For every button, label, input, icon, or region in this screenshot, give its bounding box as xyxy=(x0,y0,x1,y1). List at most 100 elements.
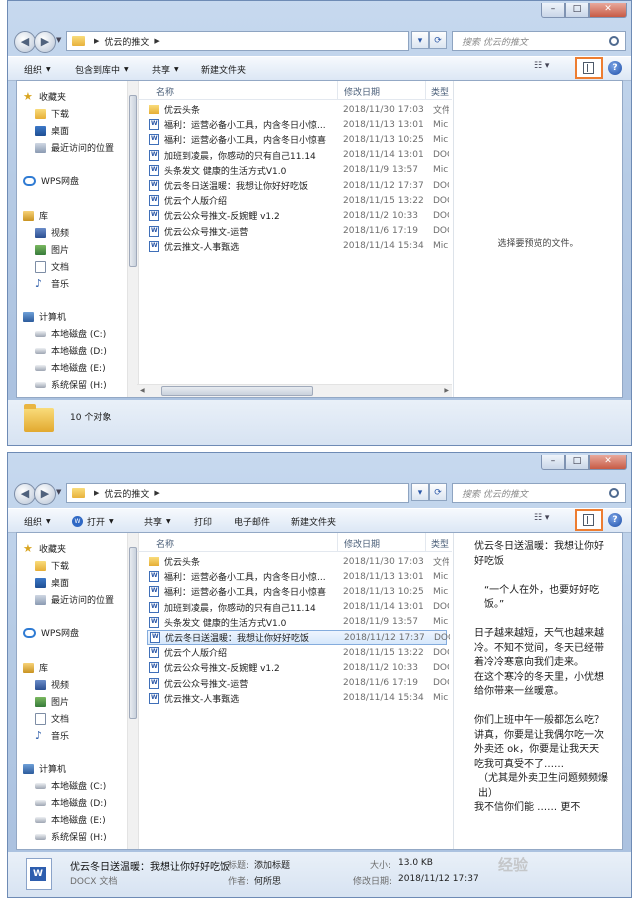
file-row[interactable]: 优云头条 2018/11/30 17:03 文件 xyxy=(147,554,449,569)
organize-button[interactable]: 组织 ▼ xyxy=(24,515,51,528)
include-in-library-button[interactable]: 包含到库中 ▼ xyxy=(75,63,129,76)
help-icon[interactable]: ? xyxy=(608,61,622,75)
open-button[interactable]: W 打开 ▼ xyxy=(72,515,114,528)
nav-drive-h[interactable]: 系统保留 (H:) xyxy=(35,830,107,843)
refresh-button[interactable]: ⟳ xyxy=(429,31,447,49)
nav-wps-cloud[interactable]: WPS网盘 xyxy=(23,626,79,639)
column-divider[interactable] xyxy=(425,533,426,551)
preview-pane-button[interactable] xyxy=(575,509,603,531)
column-name[interactable]: 名称 xyxy=(156,537,174,550)
column-date[interactable]: 修改日期 xyxy=(344,85,380,98)
search-icon[interactable] xyxy=(609,36,619,46)
file-row[interactable]: 加班到凌晨，你感动的只有自己11.14 2018/11/14 13:01 DOC xyxy=(147,600,449,615)
chevron-right-icon[interactable]: ▶ xyxy=(154,37,159,45)
new-folder-button[interactable]: 新建文件夹 xyxy=(201,63,246,76)
nav-drive-d[interactable]: 本地磁盘 (D:) xyxy=(35,796,107,809)
close-button[interactable]: ✕ xyxy=(589,3,627,18)
refresh-button[interactable]: ⟳ xyxy=(429,483,447,501)
nav-downloads[interactable]: 下载 xyxy=(35,107,69,120)
search-input[interactable]: 搜索 优云的推文 xyxy=(462,487,609,500)
address-bar[interactable]: ▶ 优云的推文 ▶ xyxy=(66,483,409,503)
nav-drive-d[interactable]: 本地磁盘 (D:) xyxy=(35,344,107,357)
nav-desktop[interactable]: 桌面 xyxy=(35,576,69,589)
back-button[interactable]: ◀ xyxy=(14,483,36,505)
view-options-icon[interactable]: ☷ ▾ xyxy=(534,61,549,71)
file-row[interactable]: 头条发文 健康的生活方式V1.0 2018/11/9 13:57 Micr xyxy=(147,163,449,178)
forward-button[interactable]: ▶ xyxy=(34,31,56,53)
search-box[interactable]: 搜索 优云的推文 xyxy=(452,483,626,503)
column-divider[interactable] xyxy=(425,81,426,99)
nav-music[interactable]: ♪ 音乐 xyxy=(35,277,69,291)
nav-videos[interactable]: 视频 xyxy=(35,226,69,239)
file-row[interactable]: 优云公众号推文-运营 2018/11/6 17:19 DOC xyxy=(147,224,449,239)
file-row[interactable]: 福利：运营必备小工具，内含冬日小惊喜 2018/11/13 10:25 Micr xyxy=(147,132,449,147)
email-button[interactable]: 电子邮件 xyxy=(234,515,270,528)
nav-libraries[interactable]: 库 xyxy=(23,661,48,674)
history-dropdown-icon[interactable]: ▼ xyxy=(56,36,61,44)
address-dropdown-button[interactable]: ▾ xyxy=(411,483,429,501)
file-row[interactable]: 优云推文-人事甄选 2018/11/14 15:34 Micr xyxy=(147,691,449,706)
file-row[interactable]: 优云推文-人事甄选 2018/11/14 15:34 Micr xyxy=(147,239,449,254)
maximize-button[interactable]: □ xyxy=(565,3,589,18)
nav-recent[interactable]: 最近访问的位置 xyxy=(35,141,114,154)
search-input[interactable]: 搜索 优云的推文 xyxy=(462,35,609,48)
file-row[interactable]: 优云公众号推文-运营 2018/11/6 17:19 DOC xyxy=(147,676,449,691)
column-date[interactable]: 修改日期 xyxy=(344,537,380,550)
file-row[interactable]: 福利：运营必备小工具，内含冬日小惊喜 2018/11/13 10:25 Micr xyxy=(147,584,449,599)
column-type[interactable]: 类型 xyxy=(431,85,449,98)
file-row[interactable]: 加班到凌晨，你感动的只有自己11.14 2018/11/14 13:01 DOC xyxy=(147,148,449,163)
new-folder-button[interactable]: 新建文件夹 xyxy=(291,515,336,528)
nav-computer[interactable]: 计算机 xyxy=(23,310,66,323)
address-path[interactable]: 优云的推文 xyxy=(104,35,149,48)
close-button[interactable]: ✕ xyxy=(589,455,627,470)
nav-pictures[interactable]: 图片 xyxy=(35,243,69,256)
search-box[interactable]: 搜索 优云的推文 xyxy=(452,31,626,51)
nav-pictures[interactable]: 图片 xyxy=(35,695,69,708)
nav-drive-c[interactable]: 本地磁盘 (C:) xyxy=(35,327,106,340)
address-path[interactable]: 优云的推文 xyxy=(104,487,149,500)
scroll-left-icon[interactable]: ◀ xyxy=(140,385,145,396)
nav-desktop[interactable]: 桌面 xyxy=(35,124,69,137)
file-row[interactable]: 优云冬日送温暖：我想让你好好吃饭 2018/11/12 17:37 DOC xyxy=(147,178,449,193)
file-row[interactable]: 优云头条 2018/11/30 17:03 文件 xyxy=(147,102,449,117)
minimize-button[interactable]: – xyxy=(541,455,565,470)
file-row[interactable]: 优云冬日送温暖：我想让你好好吃饭 2018/11/12 17:37 DOC xyxy=(147,630,450,645)
nav-documents[interactable]: 文档 xyxy=(35,260,69,273)
nav-drive-c[interactable]: 本地磁盘 (C:) xyxy=(35,779,106,792)
organize-button[interactable]: 组织 ▼ xyxy=(24,63,51,76)
column-type[interactable]: 类型 xyxy=(431,537,449,550)
nav-drive-e[interactable]: 本地磁盘 (E:) xyxy=(35,813,106,826)
nav-documents[interactable]: 文档 xyxy=(35,712,69,725)
file-row[interactable]: 优云公众号推文-反婉鲤 v1.2 2018/11/2 10:33 DOC xyxy=(147,660,449,675)
scrollbar-thumb[interactable] xyxy=(161,386,313,396)
nav-favorites[interactable]: ★ 收藏夹 xyxy=(23,542,66,556)
print-button[interactable]: 打印 xyxy=(194,515,212,528)
column-name[interactable]: 名称 xyxy=(156,85,174,98)
nav-music[interactable]: ♪ 音乐 xyxy=(35,729,69,743)
file-row[interactable]: 头条发文 健康的生活方式V1.0 2018/11/9 13:57 Micr xyxy=(147,615,449,630)
share-button[interactable]: 共享 ▼ xyxy=(144,515,171,528)
chevron-right-icon[interactable]: ▶ xyxy=(94,489,99,497)
nav-drive-e[interactable]: 本地磁盘 (E:) xyxy=(35,361,106,374)
share-button[interactable]: 共享 ▼ xyxy=(152,63,179,76)
nav-drive-h[interactable]: 系统保留 (H:) xyxy=(35,378,107,391)
nav-videos[interactable]: 视频 xyxy=(35,678,69,691)
details-title-value[interactable]: 添加标题 xyxy=(254,858,290,871)
chevron-right-icon[interactable]: ▶ xyxy=(154,489,159,497)
nav-recent[interactable]: 最近访问的位置 xyxy=(35,593,114,606)
history-dropdown-icon[interactable]: ▼ xyxy=(56,488,61,496)
address-bar[interactable]: ▶ 优云的推文 ▶ xyxy=(66,31,409,51)
maximize-button[interactable]: □ xyxy=(565,455,589,470)
scroll-right-icon[interactable]: ▶ xyxy=(444,385,449,396)
file-row[interactable]: 福利：运营必备小工具，内含冬日小惊... 2018/11/13 13:01 Micr xyxy=(147,569,449,584)
horizontal-scrollbar[interactable]: ◀ ▶ xyxy=(137,384,452,397)
search-icon[interactable] xyxy=(609,488,619,498)
minimize-button[interactable]: – xyxy=(541,3,565,18)
file-row[interactable]: 优云个人版介绍 2018/11/15 13:22 DOC xyxy=(147,193,449,208)
nav-downloads[interactable]: 下载 xyxy=(35,559,69,572)
nav-computer[interactable]: 计算机 xyxy=(23,762,66,775)
file-row[interactable]: 优云个人版介绍 2018/11/15 13:22 DOC xyxy=(147,645,449,660)
scrollbar-thumb[interactable] xyxy=(129,95,137,267)
details-author-value[interactable]: 何所思 xyxy=(254,874,281,887)
nav-favorites[interactable]: ★ 收藏夹 xyxy=(23,90,66,104)
